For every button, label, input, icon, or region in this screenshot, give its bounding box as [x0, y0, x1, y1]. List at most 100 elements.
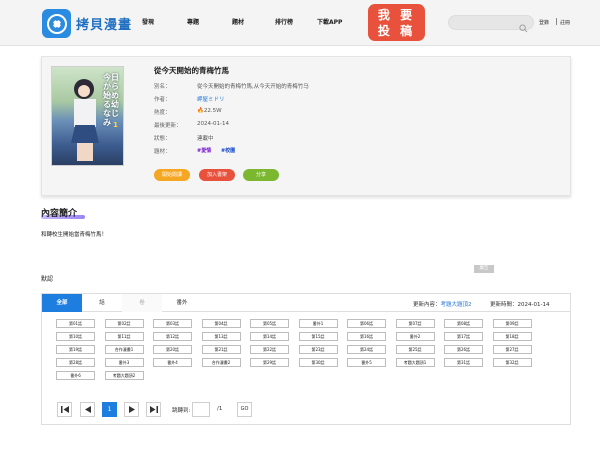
site-header: 拷貝漫畫 發現 專題 題材 排行榜 下載APP 我 要 投 稿 登錄 註冊 — [0, 0, 600, 46]
alias-label: 別名： — [154, 84, 171, 90]
chapter-item[interactable]: 第21話 — [201, 345, 241, 354]
logo-icon — [42, 9, 71, 38]
chapter-item[interactable]: 第12話 — [153, 332, 192, 341]
chapter-item[interactable]: 番外3 — [104, 358, 144, 367]
submit-line-2: 投 稿 — [377, 24, 416, 38]
tab-all[interactable]: 全部 — [42, 294, 82, 312]
go-button[interactable]: GO — [237, 402, 252, 417]
cover-art-face — [78, 85, 90, 97]
chapter-item[interactable]: 第18話 — [492, 332, 532, 341]
chapter-item[interactable]: 考題大題頂1 — [395, 358, 435, 367]
jump-page-input[interactable] — [192, 402, 210, 417]
last-page-icon — [149, 406, 158, 413]
chapter-item[interactable]: 番外6 — [56, 371, 95, 380]
chapter-item[interactable]: 考題大題頂2 — [104, 371, 144, 380]
chapter-item[interactable]: 第04話 — [201, 319, 241, 328]
genre-tags: #愛情 #校園 — [197, 147, 243, 154]
latest-label: 更新內容： — [413, 302, 441, 308]
chapter-item[interactable]: 合作漫畫2 — [201, 358, 241, 367]
author-label: 作者： — [154, 97, 171, 103]
chapter-item[interactable]: 第28話 — [56, 358, 95, 367]
chapter-item[interactable]: 番外1 — [298, 319, 338, 328]
tab-volumes[interactable]: 卷 — [122, 294, 162, 312]
comic-title: 從今天開始的青梅竹馬 — [154, 66, 229, 75]
heat-label: 熱度： — [154, 110, 171, 116]
cover-art-skirt — [71, 125, 99, 143]
nav-discover[interactable]: 發現 — [142, 17, 154, 26]
add-to-shelf-button[interactable]: 加入書架 — [199, 169, 235, 181]
chapter-item[interactable]: 第07話 — [395, 319, 435, 328]
login-link[interactable]: 登錄 — [539, 19, 549, 26]
chapter-item[interactable]: 第08話 — [444, 319, 483, 328]
tag-school[interactable]: #校園 — [221, 148, 235, 154]
search-box — [448, 15, 534, 37]
update-time: 更新時間：2024-01-14 — [490, 300, 549, 308]
submit-line-1: 我 要 — [377, 8, 416, 22]
comic-info-card: 今日から始める幼なじみ 1 從今天開始的青梅竹馬 別名： 從今天開始的青梅竹馬,… — [41, 56, 571, 196]
chapter-item[interactable]: 合作漫畫1 — [104, 345, 144, 354]
chapter-item[interactable]: 第23話 — [298, 345, 338, 354]
tag-romance[interactable]: #愛情 — [197, 148, 211, 154]
first-page-button[interactable] — [57, 402, 72, 417]
chapter-item[interactable]: 第05話 — [250, 319, 289, 328]
tab-extras[interactable]: 番外 — [162, 294, 202, 312]
jump-label: 跳轉到: — [172, 408, 191, 414]
chapter-item[interactable]: 第17話 — [444, 332, 483, 341]
nav-download-app[interactable]: 下載APP — [317, 17, 342, 26]
chapter-item[interactable]: 第27話 — [492, 345, 532, 354]
fire-icon: 🔥 — [197, 108, 204, 114]
tab-chapters[interactable]: 話 — [82, 294, 122, 312]
chapter-item[interactable]: 第24話 — [347, 345, 386, 354]
author-link[interactable]: 岬屋ミドリ — [197, 95, 225, 103]
prev-page-button[interactable] — [80, 402, 95, 417]
update-time-label: 更新時間： — [490, 302, 518, 308]
chapter-item[interactable]: 第31話 — [444, 358, 483, 367]
chapter-item[interactable]: 番外2 — [395, 332, 435, 341]
chapter-item[interactable]: 番外5 — [347, 358, 386, 367]
search-icon[interactable] — [519, 18, 528, 37]
share-button[interactable]: 分享 — [243, 169, 279, 181]
nav-genres[interactable]: 題材 — [232, 17, 244, 26]
chapter-item[interactable]: 第26話 — [444, 345, 483, 354]
comic-cover[interactable]: 今日から始める幼なじみ 1 — [51, 66, 124, 166]
search-input[interactable] — [449, 23, 519, 37]
chapter-item[interactable]: 第01話 — [56, 319, 95, 328]
chapter-item[interactable]: 第32話 — [492, 358, 532, 367]
chapter-item[interactable]: 第03話 — [153, 319, 192, 328]
chapter-item[interactable]: 第25話 — [395, 345, 435, 354]
chapter-item[interactable]: 第02話 — [104, 319, 144, 328]
chapter-item[interactable]: 第06話 — [347, 319, 386, 328]
chapter-item[interactable]: 第20話 — [153, 345, 192, 354]
site-logo[interactable]: 拷貝漫畫 — [42, 9, 132, 38]
chapter-item[interactable]: 第10話 — [56, 332, 95, 341]
auth-divider — [556, 18, 557, 25]
chapter-item[interactable]: 番外4 — [153, 358, 192, 367]
chapter-group-label: 默認 — [41, 276, 54, 283]
heat-value: 22.5W — [203, 108, 222, 114]
cover-art-legs — [77, 143, 93, 161]
last-page-button[interactable] — [146, 402, 161, 417]
chapter-item[interactable]: 第13話 — [201, 332, 241, 341]
updated-value: 2024-01-14 — [197, 121, 229, 127]
nav-rankings[interactable]: 排行榜 — [275, 17, 293, 26]
genre-label: 題材： — [154, 149, 171, 155]
chapter-item[interactable]: 第11話 — [104, 332, 144, 341]
nav-topics[interactable]: 專題 — [187, 17, 199, 26]
register-link[interactable]: 註冊 — [560, 19, 570, 26]
page-1-button[interactable]: 1 — [102, 402, 117, 417]
chapter-item[interactable]: 第09話 — [492, 319, 532, 328]
chapter-item[interactable]: 第16話 — [347, 332, 386, 341]
chapter-item[interactable]: 第22話 — [250, 345, 289, 354]
status-label: 狀態： — [154, 136, 171, 142]
chapter-item[interactable]: 第30話 — [298, 358, 338, 367]
logo-text: 拷貝漫畫 — [76, 18, 133, 33]
chapter-item[interactable]: 第29話 — [250, 358, 289, 367]
next-page-button[interactable] — [124, 402, 139, 417]
chapter-tabs: 全部 話 卷 番外 更新內容：考題大題頂2 更新時間：2024-01-14 — [42, 294, 570, 312]
submit-work-button[interactable]: 我 要 投 稿 — [368, 4, 425, 41]
latest-chapter-link[interactable]: 考題大題頂2 — [441, 302, 472, 308]
start-reading-button[interactable]: 開始閱讀 — [154, 169, 190, 181]
chapter-item[interactable]: 第14話 — [250, 332, 289, 341]
chapter-item[interactable]: 第19話 — [56, 345, 95, 354]
chapter-item[interactable]: 第15話 — [298, 332, 338, 341]
